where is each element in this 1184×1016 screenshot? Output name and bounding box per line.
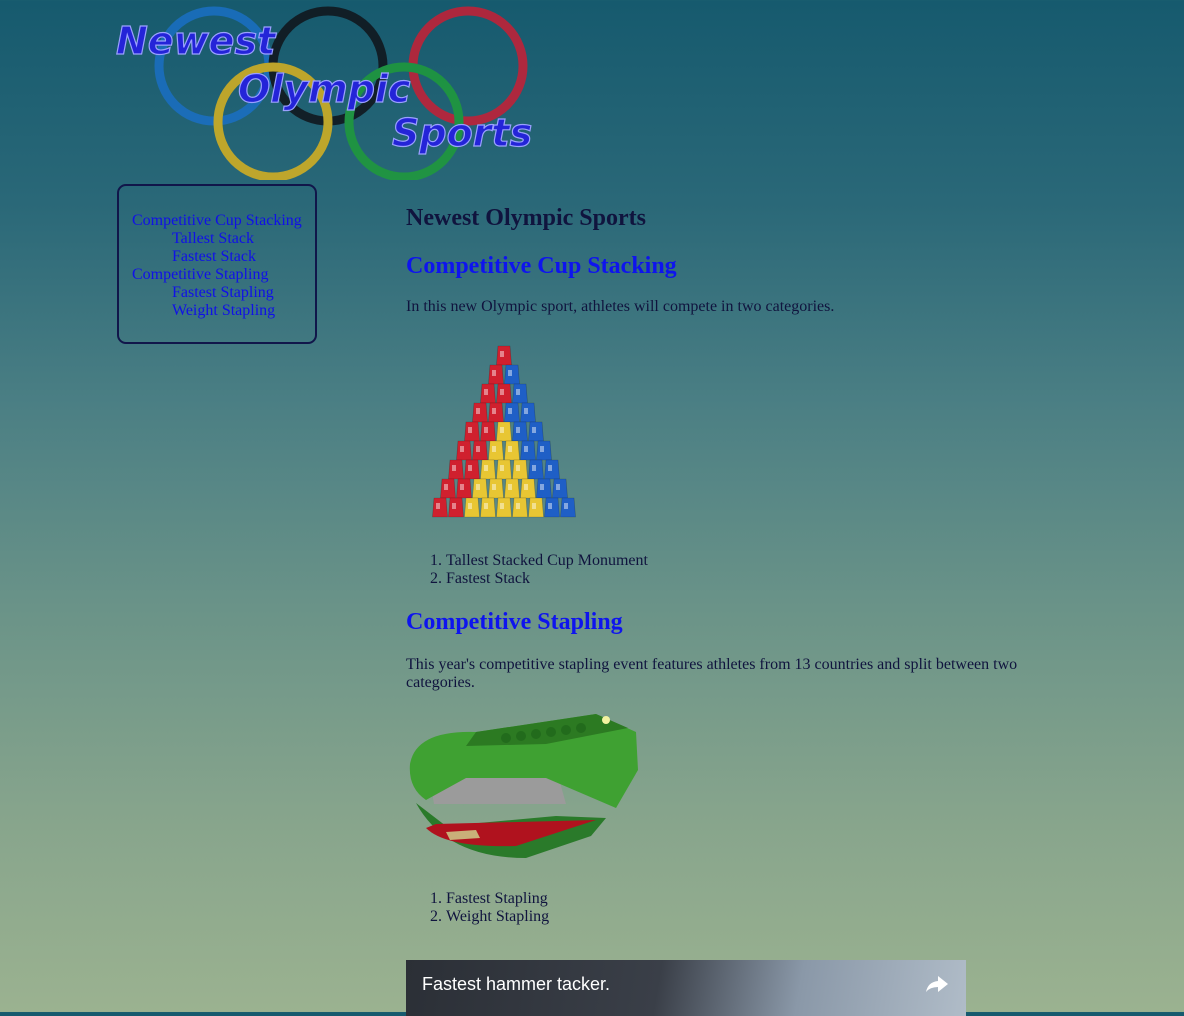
- cup-highlight: [468, 465, 472, 471]
- cup-highlight: [500, 389, 504, 395]
- cup-highlight: [476, 446, 480, 452]
- nav-link-cup-stacking[interactable]: Competitive Cup Stacking: [132, 212, 315, 230]
- cup-highlight: [436, 503, 440, 509]
- cup-highlight: [476, 484, 480, 490]
- list-item: Weight Stapling: [446, 908, 1046, 926]
- cup-highlight: [500, 351, 504, 357]
- cup-highlight: [492, 446, 496, 452]
- cup-highlight: [492, 484, 496, 490]
- cup-highlight: [500, 503, 504, 509]
- nav-link-fastest-stapling[interactable]: Fastest Stapling: [132, 284, 315, 302]
- nav-link-stapling[interactable]: Competitive Stapling: [132, 266, 315, 284]
- cup-highlight: [524, 446, 528, 452]
- cup-highlight: [484, 503, 488, 509]
- main-content: Newest Olympic Sports Competitive Cup St…: [406, 204, 1046, 1016]
- cup-highlight: [516, 465, 520, 471]
- cup-highlight: [540, 446, 544, 452]
- share-icon[interactable]: [924, 974, 950, 994]
- page-title: Newest Olympic Sports: [406, 205, 646, 231]
- cup-highlight: [460, 484, 464, 490]
- cup-highlight: [516, 503, 520, 509]
- cup-highlight: [500, 427, 504, 433]
- cup-highlight: [564, 503, 568, 509]
- cup-highlight: [508, 408, 512, 414]
- cup-highlight: [548, 465, 552, 471]
- cup-highlight: [468, 427, 472, 433]
- cup-highlight: [492, 408, 496, 414]
- nav-link-fastest-stack[interactable]: Fastest Stack: [132, 248, 315, 266]
- cup-highlight: [460, 446, 464, 452]
- cup-highlight: [484, 427, 488, 433]
- cup-highlight: [548, 503, 552, 509]
- cup-highlight: [484, 465, 488, 471]
- video-embed[interactable]: Fastest hammer tacker.: [406, 960, 966, 1016]
- stapling-intro-text: This year's competitive stapling event f…: [406, 656, 1018, 691]
- cup-highlight: [516, 389, 520, 395]
- cup-highlight: [444, 484, 448, 490]
- sidebar-nav: Competitive Cup Stacking Tallest Stack F…: [117, 184, 317, 344]
- list-item: Fastest Stapling: [446, 890, 1046, 908]
- list-item: Tallest Stacked Cup Monument: [446, 552, 1046, 570]
- logo-text-sports: Sports: [392, 111, 532, 155]
- cup-categories-list: Tallest Stacked Cup Monument Fastest Sta…: [406, 552, 1046, 588]
- section-heading-stapling: Competitive Stapling: [406, 609, 623, 635]
- cup-highlight: [468, 503, 472, 509]
- cup-highlight: [508, 484, 512, 490]
- video-title[interactable]: Fastest hammer tacker.: [422, 974, 610, 995]
- ring-red-icon: [408, 6, 528, 126]
- cup-highlight: [532, 465, 536, 471]
- cup-highlight: [540, 484, 544, 490]
- section-heading-cup-stacking: Competitive Cup Stacking: [406, 253, 677, 279]
- cup-highlight: [476, 408, 480, 414]
- cup-highlight: [556, 484, 560, 490]
- cup-highlight: [500, 465, 504, 471]
- cup-highlight: [532, 503, 536, 509]
- cup-intro-text: In this new Olympic sport, athletes will…: [406, 298, 835, 315]
- cup-highlight: [516, 427, 520, 433]
- cup-highlight: [508, 446, 512, 452]
- site-logo: Newest Olympic Sports: [115, 6, 533, 180]
- cup-highlight: [524, 408, 528, 414]
- cup-pyramid-image: [432, 345, 576, 518]
- logo-text-newest: Newest: [116, 19, 277, 63]
- cup-highlight: [484, 389, 488, 395]
- cup-highlight: [492, 370, 496, 376]
- cup-highlight: [452, 465, 456, 471]
- stapling-categories-list: Fastest Stapling Weight Stapling: [406, 890, 1046, 926]
- cup-highlight: [508, 370, 512, 376]
- logo-text-olympic: Olympic: [238, 67, 411, 111]
- list-item: Fastest Stack: [446, 570, 1046, 588]
- nav-link-weight-stapling[interactable]: Weight Stapling: [132, 302, 315, 320]
- stapler-image: [409, 714, 638, 858]
- cup-highlight: [452, 503, 456, 509]
- nav-link-tallest-stack[interactable]: Tallest Stack: [132, 230, 315, 248]
- cup-highlight: [524, 484, 528, 490]
- cup-highlight: [532, 427, 536, 433]
